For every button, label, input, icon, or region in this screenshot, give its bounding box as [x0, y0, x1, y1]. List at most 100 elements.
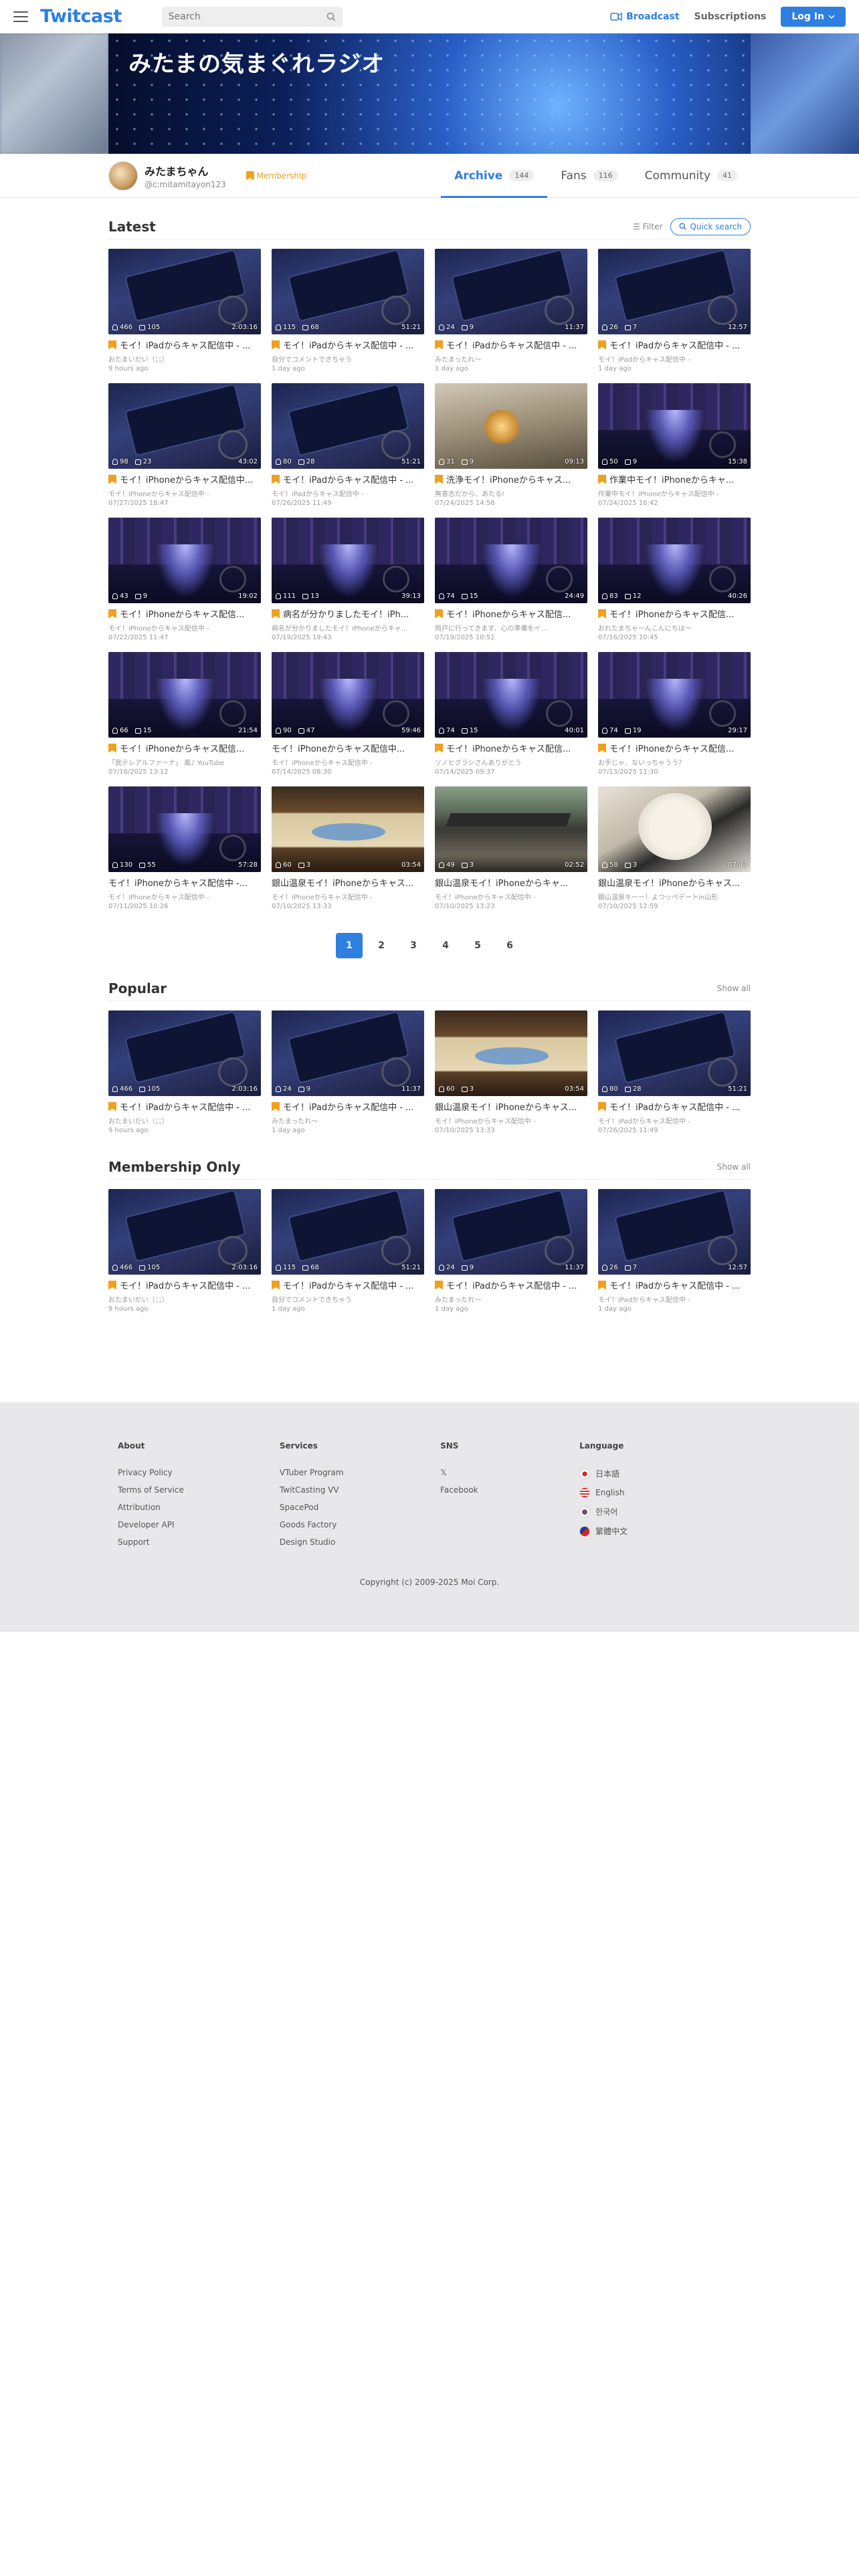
search-input[interactable]	[168, 11, 309, 22]
video-thumbnail[interactable]: 74 15 24:49	[435, 518, 587, 603]
video-title[interactable]: モイ！iPadからキャス配信中 - ...	[446, 1279, 577, 1291]
video-title[interactable]: 銀山温泉モイ！iPhoneからキャス...	[598, 876, 740, 889]
login-button[interactable]: Log In	[781, 6, 846, 27]
footer-link[interactable]: SpacePod	[280, 1503, 440, 1512]
video-title[interactable]: モイ！iPhoneからキャス配信...	[609, 607, 734, 620]
footer-link[interactable]: TwitCasting VV	[280, 1485, 440, 1495]
video-card[interactable]: 466 105 2:03:16 モイ！iPadからキャス配信中 - ... おたまいだい…	[108, 249, 261, 379]
video-thumbnail[interactable]: 130 55 57:28	[108, 786, 261, 872]
video-thumbnail[interactable]: 31 9 09:13	[435, 383, 587, 469]
site-logo[interactable]: Twitcast	[40, 6, 122, 27]
video-title[interactable]: モイ！iPadからキャス配信中 - ...	[446, 338, 577, 351]
avatar[interactable]	[108, 160, 138, 191]
video-card[interactable]: 80 28 51:21 モイ！iPadからキャス配信中 - ... モイ！iPadからキ…	[272, 383, 424, 514]
video-card[interactable]: 115 68 51:21 モイ！iPadからキャス配信中 - ... 自分でコメントでき…	[272, 249, 424, 379]
video-card[interactable]: 111 13 39:13 病名が分かりましたモイ！iPh... 病名が分かりましたモイ！…	[272, 518, 424, 648]
facebook-link[interactable]: Facebook	[440, 1485, 579, 1495]
membership-link[interactable]: Membership	[246, 171, 306, 181]
video-card[interactable]: 24 9 11:37 モイ！iPadからキャス配信中 - ... みたまったれ～ 1 da…	[435, 249, 587, 379]
video-title[interactable]: モイ！iPadからキャス配信中 - ...	[120, 1100, 250, 1113]
quick-search-button[interactable]: Quick search	[670, 217, 751, 235]
page-1[interactable]: 1	[336, 933, 363, 958]
language-option[interactable]: 한국어	[579, 1506, 741, 1517]
video-card[interactable]: 98 23 43:02 モイ！iPhoneからキャス配信中... モイ！iPhoneから…	[108, 383, 261, 514]
video-card[interactable]: 26 7 12:57 モイ！iPadからキャス配信中 - ... モイ！iPadからキャ…	[598, 249, 751, 379]
video-title[interactable]: モイ！iPadからキャス配信中 - ...	[609, 1279, 740, 1291]
video-thumbnail[interactable]: 49 3 02:52	[435, 786, 587, 872]
page-3[interactable]: 3	[400, 933, 427, 958]
subscriptions-link[interactable]: Subscriptions	[694, 11, 767, 22]
show-all-link[interactable]: Show all	[717, 984, 751, 993]
page-6[interactable]: 6	[496, 933, 523, 958]
video-card[interactable]: 58 3 07:43 銀山温泉モイ！iPhoneからキャス... 銀山温泉キーー！よつッ…	[598, 786, 751, 917]
video-card[interactable]: 31 9 09:13 洗浄モイ！iPhoneからキャス... 無意志だから、あたる! 07…	[435, 383, 587, 514]
page-2[interactable]: 2	[368, 933, 395, 958]
video-title[interactable]: モイ！iPadからキャス配信中 - ...	[609, 338, 740, 351]
video-title[interactable]: 作業中モイ！iPhoneからキャ...	[609, 473, 734, 486]
video-card[interactable]: 130 55 57:28 モイ！iPhoneからキャス配信中 -... モイ！iPhon…	[108, 786, 261, 917]
broadcast-button[interactable]: Broadcast	[610, 11, 680, 22]
video-title[interactable]: モイ！iPhoneからキャス配信中 -...	[108, 876, 248, 889]
video-card[interactable]: 66 15 21:54 モイ！iPhoneからキャス配信... 「我テレアルファーナ」 …	[108, 652, 261, 782]
language-option[interactable]: 繁體中文	[579, 1525, 741, 1537]
video-card[interactable]: 50 9 15:38 作業中モイ！iPhoneからキャ... 作業中モイ！iPhoneか…	[598, 383, 751, 514]
footer-link[interactable]: Attribution	[118, 1503, 280, 1512]
video-title[interactable]: モイ！iPadからキャス配信中 - ...	[120, 338, 250, 351]
video-card[interactable]: 24 9 11:37 モイ！iPadからキャス配信中 - ... みたまったれ～ 1 da…	[435, 1189, 587, 1319]
video-title[interactable]: モイ！iPhoneからキャス配信中...	[120, 473, 253, 486]
video-thumbnail[interactable]: 24 9 11:37	[435, 249, 587, 334]
video-card[interactable]: 466 105 2:03:16 モイ！iPadからキャス配信中 - ... おたまいだい…	[108, 1189, 261, 1319]
video-title[interactable]: モイ！iPadからキャス配信中 - ...	[283, 1100, 413, 1113]
video-thumbnail[interactable]: 24 9 11:37	[435, 1189, 587, 1275]
video-thumbnail[interactable]: 26 7 12:57	[598, 249, 751, 334]
video-thumbnail[interactable]: 80 28 51:21	[272, 383, 424, 469]
footer-link[interactable]: Design Studio	[280, 1537, 440, 1547]
video-card[interactable]: 466 105 2:03:16 モイ！iPadからキャス配信中 - ... おたまいだい…	[108, 1010, 261, 1141]
profile-name[interactable]: みたまちゃん	[145, 163, 226, 179]
video-title[interactable]: モイ！iPhoneからキャス配信中...	[272, 742, 405, 754]
video-card[interactable]: 74 19 29:17 モイ！iPhoneからキャス配信... お手じゃ、ないっちゃうう…	[598, 652, 751, 782]
video-title[interactable]: モイ！iPhoneからキャス配信...	[120, 742, 244, 754]
video-card[interactable]: 26 7 12:57 モイ！iPadからキャス配信中 - ... モイ！iPadからキャ…	[598, 1189, 751, 1319]
video-thumbnail[interactable]: 74 19 29:17	[598, 652, 751, 738]
footer-link[interactable]: Developer API	[118, 1520, 280, 1529]
language-option[interactable]: 日本語	[579, 1468, 741, 1479]
tab-community[interactable]: Community 41	[632, 154, 751, 198]
video-title[interactable]: モイ！iPadからキャス配信中 - ...	[283, 1279, 413, 1291]
video-card[interactable]: 43 9 19:02 モイ！iPhoneからキャス配信... モイ！iPhoneからキャ…	[108, 518, 261, 648]
video-thumbnail[interactable]: 90 47 59:46	[272, 652, 424, 738]
search-box[interactable]	[161, 6, 343, 27]
video-thumbnail[interactable]: 111 13 39:13	[272, 518, 424, 603]
video-thumbnail[interactable]: 115 68 51:21	[272, 1189, 424, 1275]
video-title[interactable]: 銀山温泉モイ！iPhoneからキャ...	[435, 876, 568, 889]
video-title[interactable]: モイ！iPhoneからキャス配信...	[609, 742, 734, 754]
video-thumbnail[interactable]: 466 105 2:03:16	[108, 249, 261, 334]
video-card[interactable]: 115 68 51:21 モイ！iPadからキャス配信中 - ... 自分でコメントでき…	[272, 1189, 424, 1319]
x-link[interactable]: 𝕏	[440, 1468, 579, 1477]
video-title[interactable]: 病名が分かりましたモイ！iPh...	[283, 607, 409, 620]
footer-link[interactable]: Terms of Service	[118, 1485, 280, 1495]
tab-archive[interactable]: Archive 144	[441, 154, 548, 198]
video-card[interactable]: 60 3 03:54 銀山温泉モイ！iPhoneからキャス... モイ！iPhoneから…	[272, 786, 424, 917]
video-thumbnail[interactable]: 83 12 40:26	[598, 518, 751, 603]
video-thumbnail[interactable]: 26 7 12:57	[598, 1189, 751, 1275]
language-option[interactable]: English	[579, 1487, 741, 1498]
video-thumbnail[interactable]: 80 28 51:21	[598, 1010, 751, 1096]
video-card[interactable]: 83 12 40:26 モイ！iPhoneからキャス配信... おれたまちゃーんこんにち…	[598, 518, 751, 648]
video-title[interactable]: 銀山温泉モイ！iPhoneからキャス...	[272, 876, 413, 889]
video-card[interactable]: 60 3 03:54 銀山温泉モイ！iPhoneからキャス... モイ！iPhoneから…	[435, 1010, 587, 1141]
video-card[interactable]: 24 9 11:37 モイ！iPadからキャス配信中 - ... みたまったれ～ 1 da…	[272, 1010, 424, 1141]
video-title[interactable]: モイ！iPadからキャス配信中 - ...	[120, 1279, 250, 1291]
video-card[interactable]: 80 28 51:21 モイ！iPadからキャス配信中 - ... モイ！iPadからキ…	[598, 1010, 751, 1141]
video-title[interactable]: モイ！iPhoneからキャス配信...	[120, 607, 244, 620]
video-card[interactable]: 90 47 59:46 モイ！iPhoneからキャス配信中... モイ！iPhoneから…	[272, 652, 424, 782]
video-thumbnail[interactable]: 43 9 19:02	[108, 518, 261, 603]
footer-link[interactable]: Privacy Policy	[118, 1468, 280, 1477]
video-thumbnail[interactable]: 66 15 21:54	[108, 652, 261, 738]
video-thumbnail[interactable]: 60 3 03:54	[272, 786, 424, 872]
video-thumbnail[interactable]: 58 3 07:43	[598, 786, 751, 872]
video-thumbnail[interactable]: 24 9 11:37	[272, 1010, 424, 1096]
video-title[interactable]: モイ！iPhoneからキャス配信...	[446, 607, 571, 620]
video-thumbnail[interactable]: 466 105 2:03:16	[108, 1010, 261, 1096]
show-all-link[interactable]: Show all	[717, 1162, 751, 1172]
